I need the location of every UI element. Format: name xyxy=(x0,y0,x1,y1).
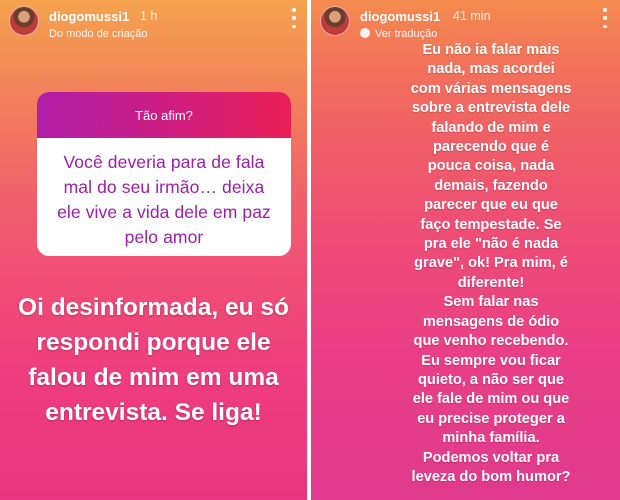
post-time: 1 h xyxy=(140,9,158,23)
story-text-line: Podemos voltar pra xyxy=(422,449,560,466)
story-text-line: Eu não ia falar mais xyxy=(422,42,560,58)
username[interactable]: diogomussi1 xyxy=(360,9,440,24)
answer-line: respondi porque ele xyxy=(36,329,271,356)
translate-label: Ver tradução xyxy=(375,28,438,40)
story-text-line: grave", ok! Pra mim, é xyxy=(414,255,568,272)
more-options-icon[interactable] xyxy=(602,8,608,28)
question-text: Você deveria para de fala mal do seu irm… xyxy=(37,138,291,250)
story-text-line: parecendo que é xyxy=(433,139,549,156)
translate-link[interactable]: Ver tradução xyxy=(360,28,437,40)
story-header: diogomussi1 41 min Ver tradução xyxy=(320,6,610,42)
question-line: pelo amor xyxy=(124,227,204,247)
story-right[interactable]: diogomussi1 41 min Ver tradução Eu não i… xyxy=(311,0,620,500)
answer-line: falou de mim em uma xyxy=(28,364,279,391)
story-text: Eu não ia falar mais nada, mas acordei com… xyxy=(366,41,616,487)
avatar[interactable] xyxy=(320,6,350,36)
story-text-line: Eu sempre vou ficar xyxy=(421,352,561,369)
story-header: diogomussi1 1 h Do modo de criação xyxy=(9,6,299,42)
more-options-icon[interactable] xyxy=(291,8,297,28)
story-text-line: ele fale de mim ou que xyxy=(412,391,570,408)
story-text-line: pouca coisa, nada xyxy=(427,158,555,175)
story-text-line: com várias mensagens xyxy=(410,80,572,97)
story-left[interactable]: diogomussi1 1 h Do modo de criação Tão a… xyxy=(0,0,307,500)
answer-text: Oi desinformada, eu só respondi porque e… xyxy=(0,290,307,430)
story-text-line: mensagens de ódio xyxy=(422,313,560,330)
answer-line: Oi desinformada, eu só xyxy=(18,294,289,321)
story-text-line: falando de mim e xyxy=(431,119,551,136)
story-text-line: eu precise proteger a xyxy=(417,410,565,427)
story-text-line: leveza do bom humor? xyxy=(411,468,571,485)
question-header: Tão afim? xyxy=(37,92,291,138)
username[interactable]: diogomussi1 xyxy=(49,9,129,24)
post-time: 41 min xyxy=(453,9,491,23)
story-text-line: faço tempestade. Se xyxy=(420,216,562,233)
story-text-line: parecer que eu que xyxy=(424,197,558,214)
question-sticker: Tão afim? Você deveria para de fala mal … xyxy=(37,92,291,256)
question-line: ele vive a vida dele em paz xyxy=(57,202,271,222)
story-text-line: diferente! xyxy=(457,274,525,291)
story-text-line: sobre a entrevista dele xyxy=(411,100,571,117)
answer-line: entrevista. Se liga! xyxy=(45,399,262,426)
translate-icon xyxy=(360,28,370,38)
story-text-line: pra ele "não é nada xyxy=(423,236,559,253)
story-subtitle: Do modo de criação xyxy=(49,28,148,40)
question-line: Você deveria para de fala xyxy=(63,152,265,172)
story-text-line: demais, fazendo xyxy=(434,177,548,194)
question-line: mal do seu irmão… deixa xyxy=(63,177,265,197)
story-text-line: nada, mas acordei xyxy=(427,61,555,78)
story-text-line: quieto, a não ser que xyxy=(418,371,564,388)
avatar[interactable] xyxy=(9,6,39,36)
story-text-line: Sem falar nas xyxy=(443,294,539,311)
story-text-line: minha família. xyxy=(442,430,540,447)
story-text-line: que venho recebendo. xyxy=(413,333,569,350)
